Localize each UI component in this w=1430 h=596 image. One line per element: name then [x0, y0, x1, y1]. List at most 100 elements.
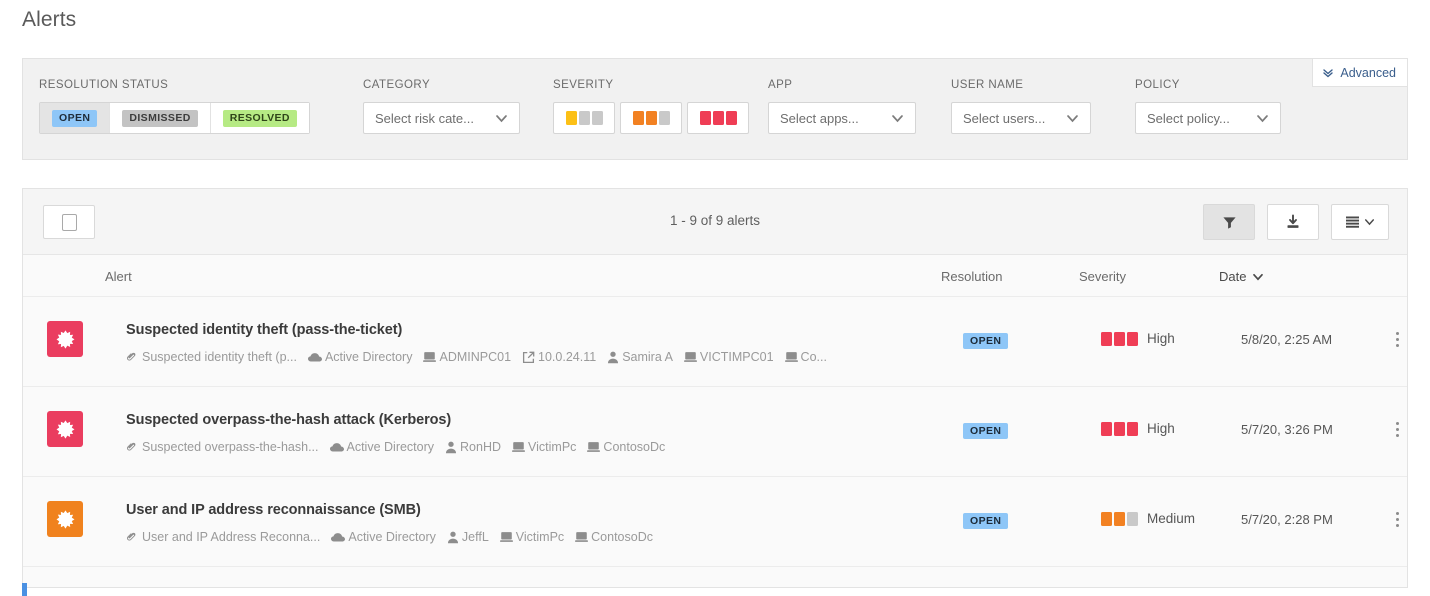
meta-policy[interactable]: Suspected identity theft (p... — [126, 350, 297, 364]
severity-high-button[interactable] — [687, 102, 749, 134]
starburst-icon — [56, 419, 74, 439]
alert-resolution: OPEN — [963, 331, 1009, 349]
meta-app[interactable]: Active Directory — [307, 350, 413, 364]
resolution-open-button[interactable]: OPEN — [40, 103, 111, 133]
user-icon — [447, 531, 459, 544]
severity-medium-button[interactable] — [620, 102, 682, 134]
meta-app[interactable]: Active Directory — [329, 440, 435, 454]
severity-low-bars — [565, 111, 603, 125]
alert-date: 5/7/20, 3:26 PM — [1241, 422, 1333, 437]
computer-icon — [575, 531, 589, 543]
cloud-icon — [331, 532, 346, 543]
alert-date: 5/7/20, 2:28 PM — [1241, 512, 1333, 527]
table-row[interactable]: User and IP address reconnaissance (SMB)… — [23, 477, 1407, 567]
computer-icon — [512, 441, 526, 453]
scroll-position-marker — [22, 583, 27, 596]
filter-app: APP Select apps... — [768, 79, 916, 134]
meta-user-text: JeffL — [461, 530, 489, 544]
page-title: Alerts — [22, 8, 77, 31]
meta-device-2[interactable]: ContosoDc — [587, 440, 665, 454]
meta-user[interactable]: JeffL — [447, 530, 489, 544]
user-icon — [607, 351, 619, 364]
policy-icon — [126, 531, 139, 544]
app-label: APP — [768, 79, 793, 91]
table-row[interactable]: Suspected identity theft (pass-the-ticke… — [23, 297, 1407, 387]
meta-device-2-text: VICTIMPC01 — [699, 350, 774, 364]
resolution-resolved-button[interactable]: RESOLVED — [210, 103, 309, 133]
starburst-icon — [56, 509, 74, 529]
meta-device-2[interactable]: VICTIMPC01 — [683, 350, 774, 364]
meta-device[interactable]: VictimPc — [512, 440, 576, 454]
cloud-icon — [307, 352, 322, 363]
list-view-icon — [1345, 215, 1360, 229]
table-header-row: Alert Resolution Severity Date — [23, 255, 1407, 297]
meta-device-2[interactable]: ContosoDc — [575, 530, 653, 544]
meta-policy[interactable]: User and IP Address Reconna... — [126, 530, 320, 544]
meta-device-text: VictimPc — [515, 530, 565, 544]
resolution-dismissed-button[interactable]: DISMISSED — [110, 103, 211, 133]
meta-device-2-text: ContosoDc — [603, 440, 666, 454]
meta-device-2-text: ContosoDc — [591, 530, 653, 544]
advanced-label: Advanced — [1340, 65, 1396, 80]
filter-button[interactable] — [1203, 204, 1255, 240]
toolbar-actions — [1203, 204, 1389, 240]
policy-select[interactable]: Select policy... — [1135, 102, 1281, 134]
meta-app-text: Active Directory — [324, 350, 413, 364]
advanced-filters-toggle[interactable]: Advanced — [1312, 58, 1408, 87]
severity-bars — [1101, 511, 1138, 526]
meta-policy-text: Suspected identity theft (p... — [142, 350, 297, 364]
table-toolbar: 1 - 9 of 9 alerts — [23, 189, 1407, 255]
alert-severity: High — [1101, 421, 1175, 436]
filter-bar: Advanced RESOLUTION STATUS OPEN DISMISSE… — [22, 58, 1408, 160]
policy-label: POLICY — [1135, 79, 1180, 91]
meta-app[interactable]: Active Directory — [331, 530, 436, 544]
severity-label: High — [1147, 421, 1175, 436]
export-button[interactable] — [1267, 204, 1319, 240]
column-header-resolution: Resolution — [941, 269, 1003, 284]
meta-device-3[interactable]: Co... — [784, 350, 827, 364]
chevron-down-icon — [1364, 218, 1375, 226]
severity-low-button[interactable] — [553, 102, 615, 134]
view-options-button[interactable] — [1331, 204, 1389, 240]
alert-severity: High — [1101, 331, 1175, 346]
meta-policy-text: Suspected overpass-the-hash... — [142, 440, 319, 454]
filter-user-name: USER NAME Select users... — [951, 79, 1091, 134]
select-all-checkbox[interactable] — [43, 205, 95, 239]
row-menu-button[interactable] — [1393, 419, 1402, 440]
category-select[interactable]: Select risk cate... — [363, 102, 520, 134]
alert-title[interactable]: Suspected identity theft (pass-the-ticke… — [126, 322, 402, 338]
severity-bars — [1101, 421, 1138, 436]
computer-icon — [499, 531, 513, 543]
resolution-status-label: RESOLUTION STATUS — [39, 79, 169, 91]
meta-ip[interactable]: 10.0.24.11 — [522, 350, 596, 364]
severity-high-bars — [699, 111, 737, 125]
row-menu-button[interactable] — [1393, 329, 1402, 350]
table-row-partial[interactable] — [23, 567, 1407, 587]
meta-policy[interactable]: Suspected overpass-the-hash... — [126, 440, 319, 454]
meta-user[interactable]: Samira A — [607, 350, 673, 364]
chevron-down-icon — [891, 114, 904, 123]
chevron-down-icon — [495, 114, 508, 123]
meta-device[interactable]: ADMINPC01 — [423, 350, 511, 364]
app-select[interactable]: Select apps... — [768, 102, 916, 134]
meta-app-text: Active Directory — [348, 530, 436, 544]
meta-app-text: Active Directory — [346, 440, 435, 454]
alert-date: 5/8/20, 2:25 AM — [1241, 332, 1333, 347]
alert-title[interactable]: User and IP address reconnaissance (SMB) — [126, 502, 421, 518]
policy-value: Select policy... — [1147, 110, 1230, 126]
user-name-select[interactable]: Select users... — [951, 102, 1091, 134]
meta-user[interactable]: RonHD — [445, 440, 501, 454]
checkbox-square-icon — [61, 213, 77, 231]
filter-icon — [1222, 215, 1237, 230]
column-header-alert: Alert — [105, 269, 132, 284]
column-header-date[interactable]: Date — [1219, 269, 1264, 284]
meta-device[interactable]: VictimPc — [499, 530, 565, 544]
table-row[interactable]: Suspected overpass-the-hash attack (Kerb… — [23, 387, 1407, 477]
row-menu-button[interactable] — [1393, 509, 1402, 530]
filter-category: CATEGORY Select risk cate... — [363, 79, 520, 134]
alerts-count: 1 - 9 of 9 alerts — [669, 213, 761, 228]
alert-title[interactable]: Suspected overpass-the-hash attack (Kerb… — [126, 412, 451, 428]
alert-severity-icon — [47, 411, 83, 447]
user-icon — [445, 441, 457, 454]
meta-device-text: ADMINPC01 — [439, 350, 512, 364]
